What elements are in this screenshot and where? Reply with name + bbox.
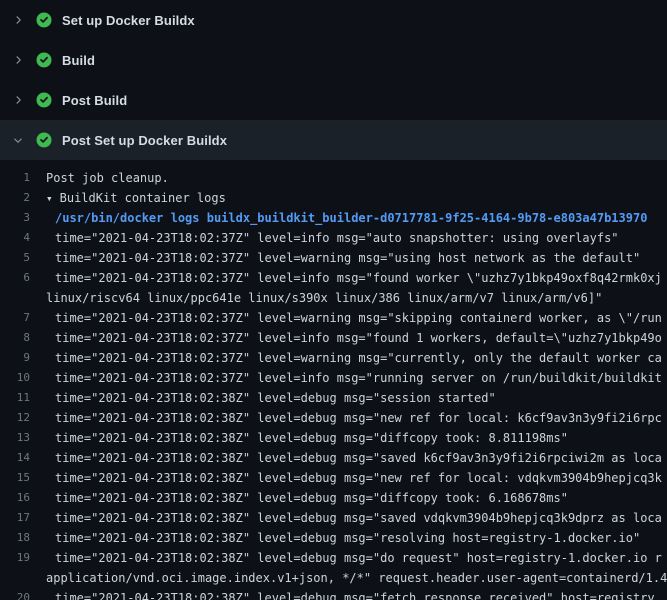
log-line: application/vnd.oci.image.index.v1+json,… (0, 568, 667, 588)
log-text: time="2021-04-23T18:02:38Z" level=debug … (46, 488, 667, 508)
log-line: 15time="2021-04-23T18:02:38Z" level=debu… (0, 468, 667, 488)
line-number[interactable]: 5 (0, 248, 46, 268)
log-text: time="2021-04-23T18:02:38Z" level=debug … (46, 448, 667, 468)
check-circle-icon (36, 92, 52, 108)
log-line: 11time="2021-04-23T18:02:38Z" level=debu… (0, 388, 667, 408)
log-line: 17time="2021-04-23T18:02:38Z" level=debu… (0, 508, 667, 528)
log-line: 13time="2021-04-23T18:02:38Z" level=debu… (0, 428, 667, 448)
line-number[interactable]: 20 (0, 588, 46, 600)
step-label: Post Set up Docker Buildx (62, 133, 227, 148)
step-header-post-set-up-docker-buildx[interactable]: Post Set up Docker Buildx (0, 120, 667, 160)
log-text: time="2021-04-23T18:02:38Z" level=debug … (46, 528, 667, 548)
step-header-post-build[interactable]: Post Build (0, 80, 667, 120)
line-number[interactable]: 13 (0, 428, 46, 448)
log-text: Post job cleanup. (46, 168, 667, 188)
group-label: BuildKit container logs (60, 191, 226, 205)
line-number[interactable]: 4 (0, 228, 46, 248)
line-number[interactable]: 2 (0, 188, 46, 208)
log-text: time="2021-04-23T18:02:38Z" level=debug … (46, 428, 667, 448)
line-number[interactable]: 9 (0, 348, 46, 368)
step-label: Post Build (62, 93, 127, 108)
check-circle-icon (36, 132, 52, 148)
actions-log-viewer: Set up Docker Buildx Build Post Build Post … (0, 0, 667, 600)
log-text: time="2021-04-23T18:02:37Z" level=info m… (46, 268, 667, 288)
chevron-down-icon (10, 132, 26, 148)
line-number[interactable]: 7 (0, 308, 46, 328)
group-caret-icon: ▾ (46, 189, 53, 208)
steps-list: Set up Docker Buildx Build Post Build Post … (0, 0, 667, 160)
step-header-build[interactable]: Build (0, 40, 667, 80)
log-text: time="2021-04-23T18:02:38Z" level=debug … (46, 588, 667, 600)
line-number[interactable]: 18 (0, 528, 46, 548)
log-command-text: /usr/bin/docker logs buildx_buildkit_bui… (46, 208, 667, 228)
log-text: time="2021-04-23T18:02:37Z" level=warnin… (46, 308, 667, 328)
line-number[interactable]: 19 (0, 548, 46, 568)
log-line: 16time="2021-04-23T18:02:38Z" level=debu… (0, 488, 667, 508)
line-number (0, 288, 46, 308)
log-line: 9time="2021-04-23T18:02:37Z" level=warni… (0, 348, 667, 368)
line-number[interactable]: 14 (0, 448, 46, 468)
log-line: 12time="2021-04-23T18:02:38Z" level=debu… (0, 408, 667, 428)
log-line: 14time="2021-04-23T18:02:38Z" level=debu… (0, 448, 667, 468)
log-text-wrap: application/vnd.oci.image.index.v1+json,… (46, 568, 667, 588)
log-text: time="2021-04-23T18:02:37Z" level=warnin… (46, 248, 667, 268)
log-line: 18time="2021-04-23T18:02:38Z" level=debu… (0, 528, 667, 548)
line-number[interactable]: 10 (0, 368, 46, 388)
line-number[interactable]: 16 (0, 488, 46, 508)
line-number[interactable]: 15 (0, 468, 46, 488)
line-number[interactable]: 1 (0, 168, 46, 188)
log-text: time="2021-04-23T18:02:37Z" level=info m… (46, 328, 667, 348)
log-line: 3/usr/bin/docker logs buildx_buildkit_bu… (0, 208, 667, 228)
log-line: 20time="2021-04-23T18:02:38Z" level=debu… (0, 588, 667, 600)
line-number[interactable]: 6 (0, 268, 46, 288)
chevron-right-icon (10, 92, 26, 108)
log-text: time="2021-04-23T18:02:38Z" level=debug … (46, 408, 667, 428)
log-text: time="2021-04-23T18:02:37Z" level=info m… (46, 228, 667, 248)
log-text: time="2021-04-23T18:02:38Z" level=debug … (46, 548, 667, 568)
line-number[interactable]: 3 (0, 208, 46, 228)
log-text: time="2021-04-23T18:02:38Z" level=debug … (46, 508, 667, 528)
line-number (0, 568, 46, 588)
step-label: Set up Docker Buildx (62, 13, 195, 28)
check-circle-icon (36, 12, 52, 28)
line-number[interactable]: 12 (0, 408, 46, 428)
check-circle-icon (36, 52, 52, 68)
step-label: Build (62, 53, 95, 68)
log-line: 8time="2021-04-23T18:02:37Z" level=info … (0, 328, 667, 348)
log-line: linux/riscv64 linux/ppc641e linux/s390x … (0, 288, 667, 308)
log-line: 5time="2021-04-23T18:02:37Z" level=warni… (0, 248, 667, 268)
line-number[interactable]: 8 (0, 328, 46, 348)
chevron-right-icon (10, 12, 26, 28)
log-line: 2▾ BuildKit container logs (0, 188, 667, 208)
log-line: 6time="2021-04-23T18:02:37Z" level=info … (0, 268, 667, 288)
log-text: time="2021-04-23T18:02:38Z" level=debug … (46, 388, 667, 408)
line-number[interactable]: 11 (0, 388, 46, 408)
log-line: 4time="2021-04-23T18:02:37Z" level=info … (0, 228, 667, 248)
log-line: 1Post job cleanup. (0, 168, 667, 188)
line-number[interactable]: 17 (0, 508, 46, 528)
log-line: 19time="2021-04-23T18:02:38Z" level=debu… (0, 548, 667, 568)
log-text: time="2021-04-23T18:02:37Z" level=info m… (46, 368, 667, 388)
step-header-set-up-docker-buildx[interactable]: Set up Docker Buildx (0, 0, 667, 40)
log-text: time="2021-04-23T18:02:37Z" level=warnin… (46, 348, 667, 368)
log-text: time="2021-04-23T18:02:38Z" level=debug … (46, 468, 667, 488)
log-group-toggle[interactable]: ▾ BuildKit container logs (46, 188, 667, 208)
log-text-wrap: linux/riscv64 linux/ppc641e linux/s390x … (46, 288, 667, 308)
log-line: 7time="2021-04-23T18:02:37Z" level=warni… (0, 308, 667, 328)
log-panel: 1Post job cleanup.2▾ BuildKit container l… (0, 160, 667, 600)
log-line: 10time="2021-04-23T18:02:37Z" level=info… (0, 368, 667, 388)
chevron-right-icon (10, 52, 26, 68)
